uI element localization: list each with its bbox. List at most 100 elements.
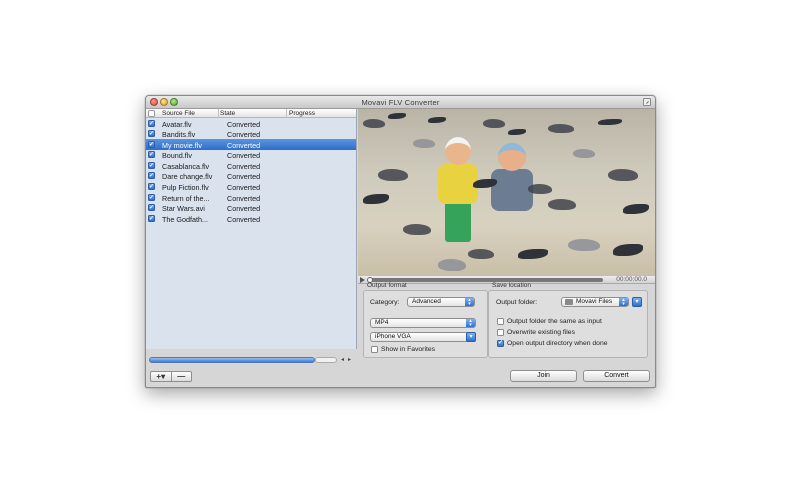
horizontal-scrollbar-track[interactable]: [315, 357, 337, 363]
file-row[interactable]: ✓ Casablanca.flv Converted: [146, 160, 356, 171]
file-checkbox[interactable]: ✓: [148, 161, 155, 169]
join-button[interactable]: Join: [510, 370, 577, 382]
window-title: Movavi FLV Converter: [361, 98, 440, 107]
file-name: My movie.flv: [162, 140, 202, 150]
file-name: Bound.flv: [162, 151, 192, 161]
file-state: Converted: [227, 151, 261, 161]
file-row[interactable]: ✓ Pulp Fiction.flv Converted: [146, 182, 356, 193]
save-location-title: Save location: [492, 282, 532, 289]
remove-file-button[interactable]: —: [170, 372, 192, 381]
output-format-title: Output format: [367, 282, 407, 289]
pigeon: [378, 169, 408, 181]
file-list-header: Source File State Progress: [146, 109, 356, 118]
pigeon: [573, 149, 595, 158]
overwrite-label: Overwrite existing files: [507, 329, 575, 336]
pigeon: [508, 129, 526, 135]
preset-options-button[interactable]: ▾: [466, 332, 476, 342]
add-file-button[interactable]: +▾: [151, 372, 171, 381]
pigeon: [548, 199, 576, 210]
open-when-done-label: Open output directory when done: [507, 340, 608, 347]
format-select[interactable]: MP4 ▴ ▾: [370, 318, 476, 328]
pigeon: [363, 119, 385, 128]
preset-select-value: iPhone VGA: [375, 333, 411, 340]
output-folder-label: Output folder:: [496, 299, 538, 306]
folder-icon: [565, 299, 573, 305]
file-checkbox[interactable]: ✓: [148, 214, 155, 222]
pigeon: [598, 119, 622, 125]
overwrite-checkbox[interactable]: [497, 329, 504, 336]
file-state: Converted: [227, 130, 261, 140]
file-name: Bandits.flv: [162, 130, 196, 140]
file-row[interactable]: ✓ The Godfath... Converted: [146, 213, 356, 224]
file-row[interactable]: ✓ Bandits.flv Converted: [146, 129, 356, 140]
pigeon: [483, 119, 505, 128]
scroll-left-icon[interactable]: ◂: [341, 356, 344, 363]
file-state: Converted: [227, 161, 261, 171]
preset-select[interactable]: iPhone VGA ▴▾: [370, 332, 476, 342]
format-select-value: MP4: [375, 319, 389, 326]
same-as-input-label: Output folder the same as input: [507, 318, 602, 325]
file-state: Converted: [227, 193, 261, 203]
file-row[interactable]: ✓ Bound.flv Converted: [146, 150, 356, 161]
file-checkbox[interactable]: ✓: [148, 119, 155, 127]
file-checkbox[interactable]: ✓: [148, 172, 155, 180]
file-checkbox[interactable]: ✓: [148, 183, 155, 191]
category-select[interactable]: Advanced ▴ ▾: [407, 297, 475, 307]
pigeon: [608, 169, 638, 181]
file-row[interactable]: ✓ Dare change.flv Converted: [146, 171, 356, 182]
file-name: Casablanca.flv: [162, 161, 210, 171]
updown-arrows-icon: ▴▾: [619, 298, 628, 307]
column-state[interactable]: State: [220, 110, 235, 117]
file-checkbox[interactable]: ✓: [148, 151, 155, 159]
horizontal-scrollbar-thumb[interactable]: [149, 357, 315, 363]
scroll-right-icon[interactable]: ▸: [348, 356, 351, 363]
file-name: Pulp Fiction.flv: [162, 183, 209, 193]
select-all-checkbox[interactable]: [148, 110, 155, 117]
category-label: Category:: [370, 299, 400, 306]
show-in-favorites-checkbox[interactable]: [371, 346, 378, 353]
column-source-file[interactable]: Source File: [162, 110, 195, 117]
output-folder-select[interactable]: Movavi Files ▴ ▾: [561, 297, 629, 307]
child-figure: [445, 137, 471, 165]
file-state: Converted: [227, 204, 261, 214]
updown-arrows-icon: ▴▾: [465, 298, 474, 307]
pigeon: [548, 124, 574, 133]
file-name: The Godfath...: [162, 214, 208, 224]
file-row[interactable]: ✓ Return of the... Converted: [146, 192, 356, 203]
play-icon[interactable]: [360, 277, 365, 283]
file-list: Source File State Progress ✓ Avatar.flv …: [146, 109, 357, 349]
output-folder-browse-button[interactable]: ▾: [632, 297, 642, 307]
column-progress[interactable]: Progress: [289, 110, 315, 117]
file-checkbox[interactable]: ✓: [148, 193, 155, 201]
title-bar[interactable]: Movavi FLV Converter: [146, 96, 655, 109]
pigeon: [388, 113, 406, 119]
fullscreen-icon[interactable]: [643, 98, 651, 106]
file-state: Converted: [227, 140, 261, 150]
pigeon: [438, 259, 466, 271]
file-row[interactable]: ✓ Star Wars.avi Converted: [146, 203, 356, 214]
file-state: Converted: [227, 119, 261, 129]
file-row-selected[interactable]: ✓ My movie.flv Converted: [146, 139, 356, 150]
file-checkbox[interactable]: ✓: [148, 140, 155, 148]
pigeon: [468, 249, 494, 259]
file-checkbox[interactable]: ✓: [148, 130, 155, 138]
pigeon: [363, 194, 389, 204]
category-select-value: Advanced: [412, 298, 441, 305]
child-figure: [491, 169, 533, 211]
child-figure: [445, 202, 471, 242]
video-preview: [358, 109, 655, 276]
add-remove-control: +▾ —: [150, 371, 192, 382]
convert-button[interactable]: Convert: [583, 370, 650, 382]
file-state: Converted: [227, 172, 261, 182]
file-name: Star Wars.avi: [162, 204, 205, 214]
same-as-input-checkbox[interactable]: [497, 318, 504, 325]
file-name: Return of the...: [162, 193, 210, 203]
file-state: Converted: [227, 214, 261, 224]
pigeon: [568, 239, 600, 251]
open-when-done-checkbox[interactable]: ✓: [497, 340, 504, 347]
file-checkbox[interactable]: ✓: [148, 204, 155, 212]
child-figure: [438, 164, 478, 204]
file-row[interactable]: ✓ Avatar.flv Converted: [146, 118, 356, 129]
pigeon: [528, 184, 552, 194]
updown-arrows-icon: ▴▾: [466, 319, 475, 328]
